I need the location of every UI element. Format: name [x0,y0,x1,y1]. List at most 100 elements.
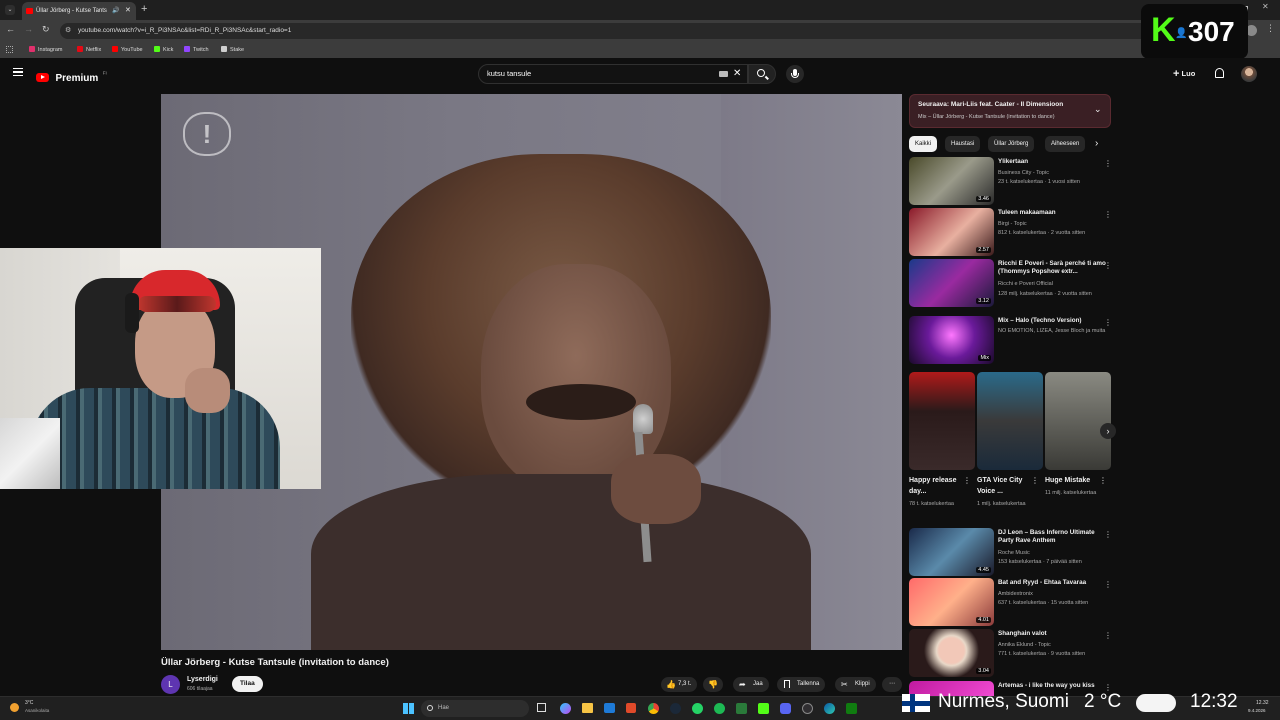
more-options-icon[interactable]: ⋮ [1104,261,1112,270]
share-button[interactable]: ➦ Jaa [733,677,769,692]
chip-related[interactable]: Aiheeseen [1045,136,1085,152]
file-explorer-icon[interactable] [582,703,593,713]
short-thumbnail[interactable] [1045,372,1111,470]
more-options-icon[interactable]: ⋮ [1104,318,1112,327]
bookmark-twitch[interactable]: Twitch [184,46,209,53]
short-more-icon[interactable]: ⋮ [1031,476,1039,485]
short-more-icon[interactable]: ⋮ [1099,476,1107,485]
recommendation-item[interactable]: 3.04 Shanghain valot Annika Eklund - Top… [909,629,1114,677]
recommendation-item[interactable]: 3.12 Ricchi E Poveri - Sarà perché ti am… [909,259,1114,307]
dislike-button[interactable]: 👎 [703,677,723,692]
short-thumbnail[interactable] [977,372,1043,470]
clip-button[interactable]: ✂ Klippi [835,677,876,692]
chevron-down-icon[interactable]: ⌄ [1094,104,1102,115]
more-options-icon[interactable]: ⋮ [1104,530,1112,539]
taskbar-search-box[interactable]: Hae [421,700,529,717]
kick-taskbar-icon[interactable] [758,703,769,714]
like-button[interactable]: 👍 7,3 t. [661,677,698,692]
more-options-icon[interactable]: ⋮ [1104,210,1112,219]
search-button[interactable] [748,64,776,84]
chips-next-chevron-icon[interactable]: › [1095,138,1098,149]
save-button[interactable]: Tallenna [777,677,826,692]
copilot-icon[interactable] [560,703,571,714]
keyboard-icon[interactable] [719,71,728,77]
weather-sun-icon[interactable] [10,703,19,712]
short-item[interactable]: GTA Vice City Voice ... 1 milj. katseluk… [977,372,1043,509]
more-actions-button[interactable]: ⋯ [882,677,902,692]
chip-artist[interactable]: Üllar Jörberg [988,136,1035,152]
apps-grid-icon[interactable] [6,46,13,53]
subscribe-button[interactable]: Tilaa [232,676,263,692]
chip-all[interactable]: Kaikki [909,136,938,152]
short-item[interactable]: Happy release day... 78 t. katselukertaa [909,372,975,509]
hamburger-menu-icon[interactable] [13,68,23,76]
recommendation-channel[interactable]: Ambidextronix [998,591,1033,597]
app-icon-capture[interactable] [736,703,747,714]
chip-recommended[interactable]: Haustasi [945,136,981,152]
shorts-next-chevron-icon[interactable]: › [1100,423,1116,439]
short-more-icon[interactable]: ⋮ [963,476,971,485]
edge-icon[interactable] [824,703,835,714]
video-thumbnail[interactable]: 2.57 [909,208,994,256]
account-avatar[interactable] [1241,66,1257,82]
browser-tab[interactable]: Üllar Jörberg - Kutse Tants 🔊 ✕ [22,2,136,20]
tab-list-button[interactable]: ⌄ [5,5,15,15]
site-info-icon[interactable]: ⚙ [65,23,71,39]
video-thumbnail[interactable]: 4.45 [909,528,994,576]
spotify-icon[interactable] [714,703,725,714]
youtube-logo[interactable]: Premium FI [36,68,107,84]
bookmark-kick[interactable]: Kick [154,46,173,53]
tab-close-icon[interactable]: ✕ [125,2,131,20]
new-tab-button[interactable]: + [141,3,147,15]
more-options-icon[interactable]: ⋮ [1104,580,1112,589]
mix-thumbnail[interactable]: Mix [909,316,994,364]
whatsapp-icon[interactable] [692,703,703,714]
clear-search-icon[interactable]: ✕ [733,65,741,83]
recommendation-item[interactable]: 4.01 Bat and Ryyd - Ehtaa Tavaraa Ambide… [909,578,1114,626]
recommendation-item[interactable]: Mix Mix – Halo (Techno Version) NO EMOTI… [909,316,1114,364]
search-input[interactable]: kutsu tansule ✕ [478,64,748,84]
video-thumbnail[interactable]: 3.04 [909,629,994,677]
video-thumbnail[interactable]: 4.01 [909,578,994,626]
chrome-icon[interactable] [648,703,659,714]
recommendation-channel[interactable]: Business City - Topic [998,170,1049,176]
recommendation-channel[interactable]: Annika Eklund - Topic [998,642,1051,648]
recommendation-channel[interactable]: NO EMOTION, LIZEA, Jesse Bloch ja muita [998,328,1105,334]
video-thumbnail[interactable]: 3.46 [909,157,994,205]
recommendation-item[interactable]: 4.45 DJ Leon – Bass Inferno Ultimate Par… [909,528,1114,576]
taskbar-clock[interactable]: 12.32 [1256,700,1269,706]
voice-search-mic-icon[interactable] [786,65,804,83]
url-field[interactable]: ⚙ youtube.com/watch?v=i_R_Pi3NSAc&list=R… [60,23,1240,39]
tab-audio-icon[interactable]: 🔊 [112,2,119,20]
recommendation-item[interactable]: 3.46 Ylikertaan Business City - Topic 23… [909,157,1114,205]
recommendation-channel[interactable]: Ricchi e Poveri Official [998,281,1053,287]
short-thumbnail[interactable] [909,372,975,470]
office-icon[interactable] [626,703,636,713]
bookmark-netflix[interactable]: Netflix [77,46,101,53]
channel-avatar[interactable]: L [161,675,180,694]
bookmark-instagram[interactable]: Instagram [29,46,62,53]
start-windows-icon[interactable] [403,703,414,714]
recommendation-item[interactable]: 2.57 Tuleen makaamaan Birgi - Topic 812 … [909,208,1114,256]
window-close-icon[interactable]: ✕ [1262,2,1269,11]
bookmark-youtube[interactable]: YouTube [112,46,143,53]
channel-name[interactable]: Lyserdigi [187,676,218,683]
video-thumbnail[interactable]: 3.12 [909,259,994,307]
recommendation-channel[interactable]: Roche Music [998,550,1030,556]
obs-icon[interactable] [802,703,813,714]
up-next-panel[interactable]: Seuraava: Mari-Liis feat. Caater - II Di… [909,94,1111,128]
bookmark-stake[interactable]: Stake [221,46,244,53]
steam-icon[interactable] [670,703,681,714]
discord-icon[interactable] [780,703,791,714]
back-icon[interactable]: ← [6,24,15,34]
create-button[interactable]: + Luo [1173,68,1195,80]
more-options-icon[interactable]: ⋮ [1104,159,1112,168]
recommendation-channel[interactable]: Birgi - Topic [998,221,1027,227]
more-options-icon[interactable]: ⋮ [1104,631,1112,640]
xbox-icon[interactable] [846,703,857,714]
task-view-icon[interactable] [537,703,546,712]
notifications-bell-icon[interactable] [1215,68,1224,78]
browser-menu-icon[interactable]: ⋮ [1266,23,1275,34]
forward-icon[interactable]: → [24,24,33,34]
reload-icon[interactable]: ↻ [42,24,50,35]
